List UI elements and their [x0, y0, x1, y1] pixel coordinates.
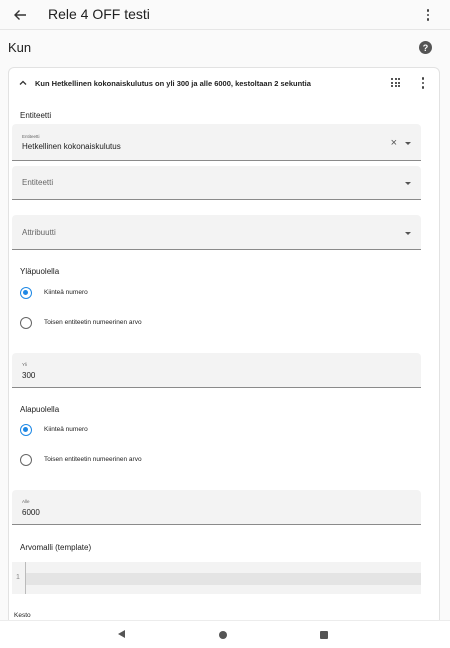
- line-number: 1: [16, 574, 20, 581]
- chevron-down-icon[interactable]: [405, 142, 411, 145]
- duration-label: Kesto: [14, 612, 31, 619]
- template-editor[interactable]: 1: [12, 562, 421, 594]
- top-app-bar: Rele 4 OFF testi: [0, 0, 450, 30]
- entity-placeholder: Entiteetti: [22, 178, 54, 187]
- entity-value: Hetkellinen kokonaiskulutus: [22, 142, 121, 151]
- nav-back-icon[interactable]: [118, 630, 125, 638]
- below-entity-label: Toisen entiteetin numeerinen arvo: [44, 456, 142, 463]
- section-title: Kun: [8, 40, 32, 55]
- condition-card-header[interactable]: Kun Hetkellinen kokonaiskulutus on yli 3…: [9, 68, 439, 102]
- more-vertical-icon[interactable]: [422, 6, 434, 24]
- above-label: Yläpuolella: [20, 267, 60, 276]
- above-entity-label: Toisen entiteetin numeerinen arvo: [44, 319, 142, 326]
- entity-label: Entiteetti: [20, 111, 52, 120]
- page-title: Rele 4 OFF testi: [48, 6, 150, 22]
- above-fixed-label: Kiinteä numero: [44, 289, 88, 296]
- above-fixed-radio[interactable]: [20, 287, 32, 299]
- above-input[interactable]: Yli 300: [12, 353, 421, 388]
- below-fixed-label: Kiinteä numero: [44, 426, 88, 433]
- above-value: 300: [22, 371, 36, 380]
- drag-handle-icon[interactable]: [391, 78, 400, 87]
- entity-picker[interactable]: Entiteetti Hetkellinen kokonaiskulutus ×: [12, 124, 421, 161]
- below-small-label: Alle: [22, 499, 30, 504]
- below-fixed-radio[interactable]: [20, 424, 32, 436]
- above-entity-radio[interactable]: [20, 317, 32, 329]
- entity-picker-2[interactable]: Entiteetti: [12, 166, 421, 200]
- card-menu-icon[interactable]: [419, 76, 427, 90]
- current-line-highlight: [26, 573, 421, 585]
- template-label: Arvomalli (template): [20, 543, 92, 552]
- above-small-label: Yli: [22, 362, 28, 367]
- entity-small-label: Entiteetti: [22, 134, 40, 139]
- chevron-up-icon[interactable]: [19, 79, 27, 87]
- nav-home-icon[interactable]: [219, 631, 227, 639]
- attribute-picker[interactable]: Attribuutti: [12, 215, 421, 250]
- nav-recents-icon[interactable]: [320, 631, 328, 639]
- chevron-down-icon[interactable]: [405, 232, 411, 235]
- below-input[interactable]: Alle 6000: [12, 490, 421, 525]
- below-entity-radio[interactable]: [20, 454, 32, 466]
- below-label: Alapuolella: [20, 405, 60, 414]
- chevron-down-icon[interactable]: [405, 182, 411, 185]
- attribute-placeholder: Attribuutti: [22, 228, 56, 237]
- system-nav-bar: [0, 620, 450, 648]
- arrow-left-icon[interactable]: [10, 5, 30, 25]
- clear-icon[interactable]: ×: [391, 137, 397, 149]
- condition-summary: Kun Hetkellinen kokonaiskulutus on yli 3…: [35, 79, 311, 88]
- help-circle-icon[interactable]: ?: [419, 41, 432, 54]
- below-value: 6000: [22, 508, 40, 517]
- editor-gutter: [25, 562, 26, 594]
